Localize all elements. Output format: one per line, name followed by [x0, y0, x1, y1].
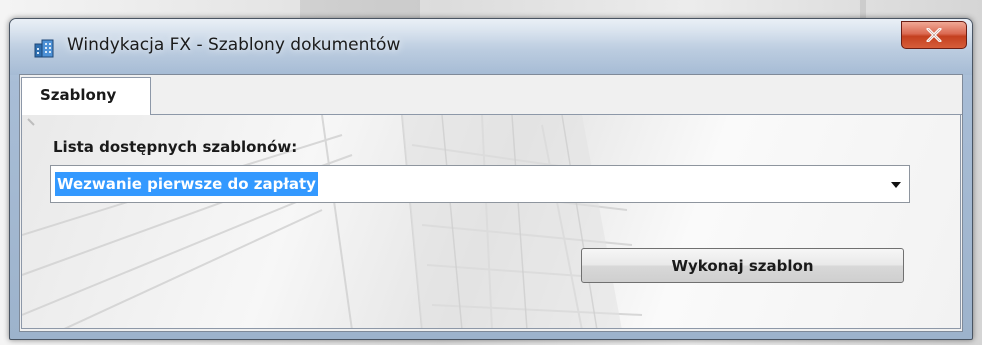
- tab-panel: Lista dostępnych szablonów: Wezwanie pie…: [21, 114, 961, 329]
- selected-template-value: Wezwanie pierwsze do zapłaty: [55, 172, 318, 196]
- window-title: Windykacja FX - Szablony dokumentów: [67, 35, 401, 55]
- chevron-down-icon[interactable]: [889, 180, 903, 190]
- app-icon: [34, 39, 54, 58]
- title-bar[interactable]: Windykacja FX - Szablony dokumentów: [10, 19, 972, 75]
- close-icon: [926, 28, 942, 42]
- dialog-window: Windykacja FX - Szablony dokumentów Szab…: [9, 18, 973, 340]
- client-area: Szablony Lista dostępnych szablonów: Wez…: [19, 74, 963, 332]
- close-button[interactable]: [901, 21, 967, 49]
- execute-template-button[interactable]: Wykonaj szablon: [581, 248, 904, 283]
- template-select[interactable]: Wezwanie pierwsze do zapłaty: [50, 165, 910, 203]
- tab-label: Szablony: [40, 86, 117, 104]
- tab-szablony[interactable]: Szablony: [21, 77, 151, 115]
- template-list-label: Lista dostępnych szablonów:: [53, 138, 298, 156]
